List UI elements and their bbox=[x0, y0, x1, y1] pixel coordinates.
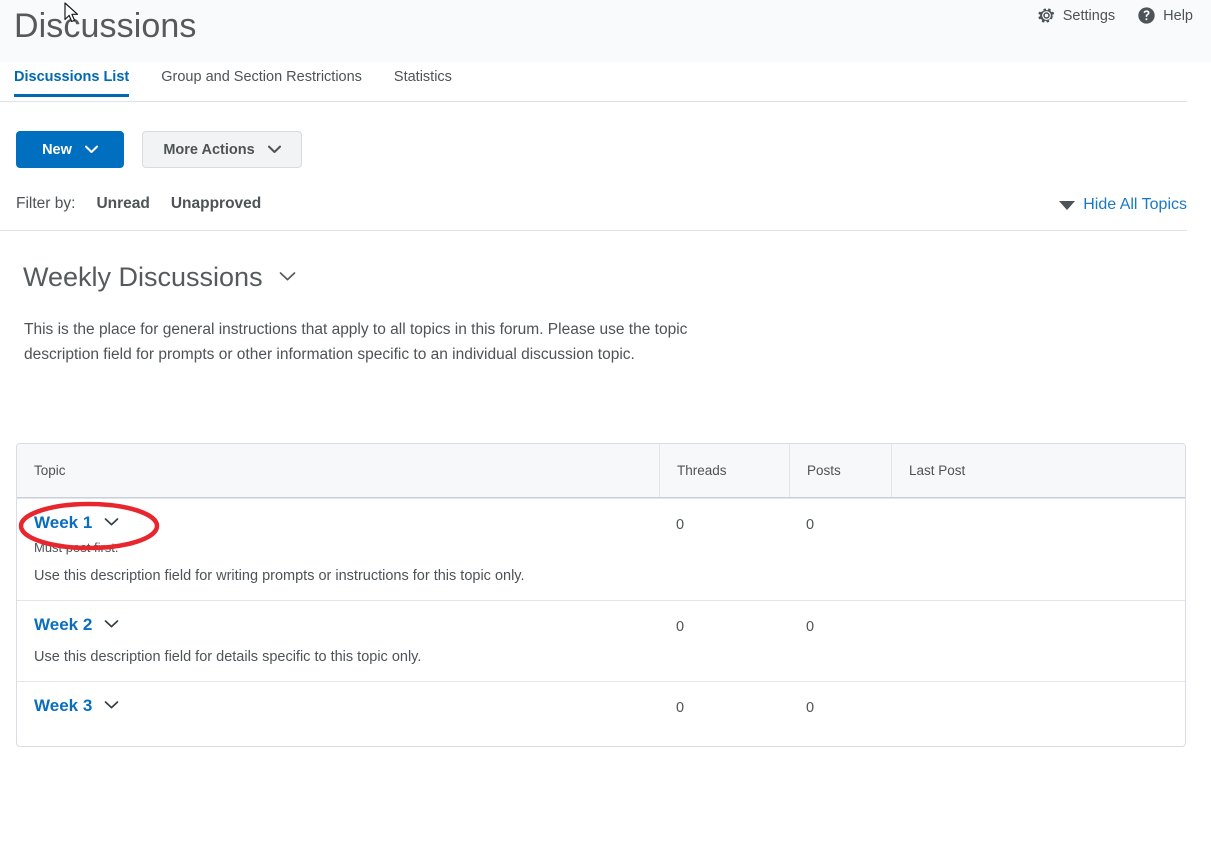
header-actions: Settings Help bbox=[1037, 6, 1193, 25]
settings-label: Settings bbox=[1062, 7, 1116, 24]
new-button-label: New bbox=[42, 141, 72, 158]
last-post-cell bbox=[891, 601, 1185, 681]
posts-count: 0 bbox=[806, 700, 815, 716]
more-actions-button[interactable]: More Actions bbox=[142, 131, 302, 168]
topics-table: Topic Threads Posts Last Post Week 1 Mus… bbox=[16, 443, 1186, 747]
help-button[interactable]: Help bbox=[1137, 6, 1193, 25]
topic-note: Must post first. bbox=[34, 540, 119, 555]
topic-description: Use this description field for writing p… bbox=[34, 568, 525, 584]
chevron-down-icon bbox=[84, 142, 98, 158]
column-header-threads: Threads bbox=[659, 444, 789, 497]
forum-description: This is the place for general instructio… bbox=[24, 321, 688, 363]
topic-cell: Week 2 Use this description field for de… bbox=[17, 601, 659, 681]
topic-header: Week 2 bbox=[34, 615, 659, 635]
column-header-posts: Posts bbox=[789, 444, 891, 497]
help-label: Help bbox=[1163, 7, 1193, 24]
topic-header: Week 3 bbox=[34, 696, 659, 716]
chevron-down-icon[interactable] bbox=[104, 698, 119, 714]
tab-bar: Discussions List Group and Section Restr… bbox=[0, 62, 1187, 102]
table-header-row: Topic Threads Posts Last Post bbox=[17, 444, 1185, 498]
topic-cell: Week 3 bbox=[17, 682, 659, 746]
column-header-last-post: Last Post bbox=[891, 444, 1185, 497]
topic-cell: Week 1 Must post first. Use this descrip… bbox=[17, 499, 659, 600]
last-post-cell bbox=[891, 499, 1185, 600]
forum-header: Weekly Discussions bbox=[23, 262, 296, 293]
table-row: Week 3 0 0 bbox=[17, 681, 1185, 746]
filter-group: Filter by: Unread Unapproved bbox=[16, 195, 261, 213]
chevron-down-icon[interactable] bbox=[104, 617, 119, 633]
forum-context-menu-icon[interactable] bbox=[279, 269, 296, 287]
table-row: Week 1 Must post first. Use this descrip… bbox=[17, 498, 1185, 600]
hide-all-topics-button[interactable]: Hide All Topics bbox=[1059, 196, 1187, 214]
threads-count: 0 bbox=[676, 700, 685, 716]
settings-button[interactable]: Settings bbox=[1037, 6, 1115, 25]
topic-link-week-2[interactable]: Week 2 bbox=[34, 615, 92, 635]
column-header-topic: Topic bbox=[34, 463, 66, 478]
posts-count: 0 bbox=[806, 517, 815, 533]
more-actions-label: More Actions bbox=[163, 141, 255, 158]
threads-count: 0 bbox=[676, 517, 685, 533]
triangle-down-icon bbox=[1059, 200, 1076, 210]
hide-all-topics-label: Hide All Topics bbox=[1083, 196, 1187, 213]
toolbar: New More Actions bbox=[16, 131, 302, 168]
forum-title: Weekly Discussions bbox=[23, 262, 263, 292]
filter-by-label: Filter by: bbox=[16, 195, 76, 212]
filter-unread-link[interactable]: Unread bbox=[96, 195, 149, 213]
posts-count: 0 bbox=[806, 619, 815, 635]
top-header-bar: Discussions Settings Help bbox=[0, 0, 1211, 62]
page-title: Discussions bbox=[14, 7, 197, 45]
chevron-down-icon bbox=[267, 142, 281, 158]
last-post-cell bbox=[891, 682, 1185, 746]
threads-count: 0 bbox=[676, 619, 685, 635]
filter-bar: Filter by: Unread Unapproved Hide All To… bbox=[0, 190, 1187, 231]
gear-icon bbox=[1037, 6, 1056, 25]
new-button[interactable]: New bbox=[16, 131, 124, 168]
topic-link-week-3[interactable]: Week 3 bbox=[34, 696, 92, 716]
table-row: Week 2 Use this description field for de… bbox=[17, 600, 1185, 681]
help-circle-icon bbox=[1137, 6, 1156, 25]
filter-unapproved-link[interactable]: Unapproved bbox=[171, 195, 261, 213]
topic-link-week-1[interactable]: Week 1 bbox=[34, 513, 92, 533]
tab-statistics[interactable]: Statistics bbox=[394, 62, 452, 96]
chevron-down-icon[interactable] bbox=[104, 515, 119, 531]
topic-description: Use this description field for details s… bbox=[34, 649, 422, 665]
tab-group-and-section-restrictions[interactable]: Group and Section Restrictions bbox=[161, 62, 362, 96]
tab-discussions-list[interactable]: Discussions List bbox=[14, 62, 130, 97]
topic-header: Week 1 bbox=[34, 513, 659, 533]
